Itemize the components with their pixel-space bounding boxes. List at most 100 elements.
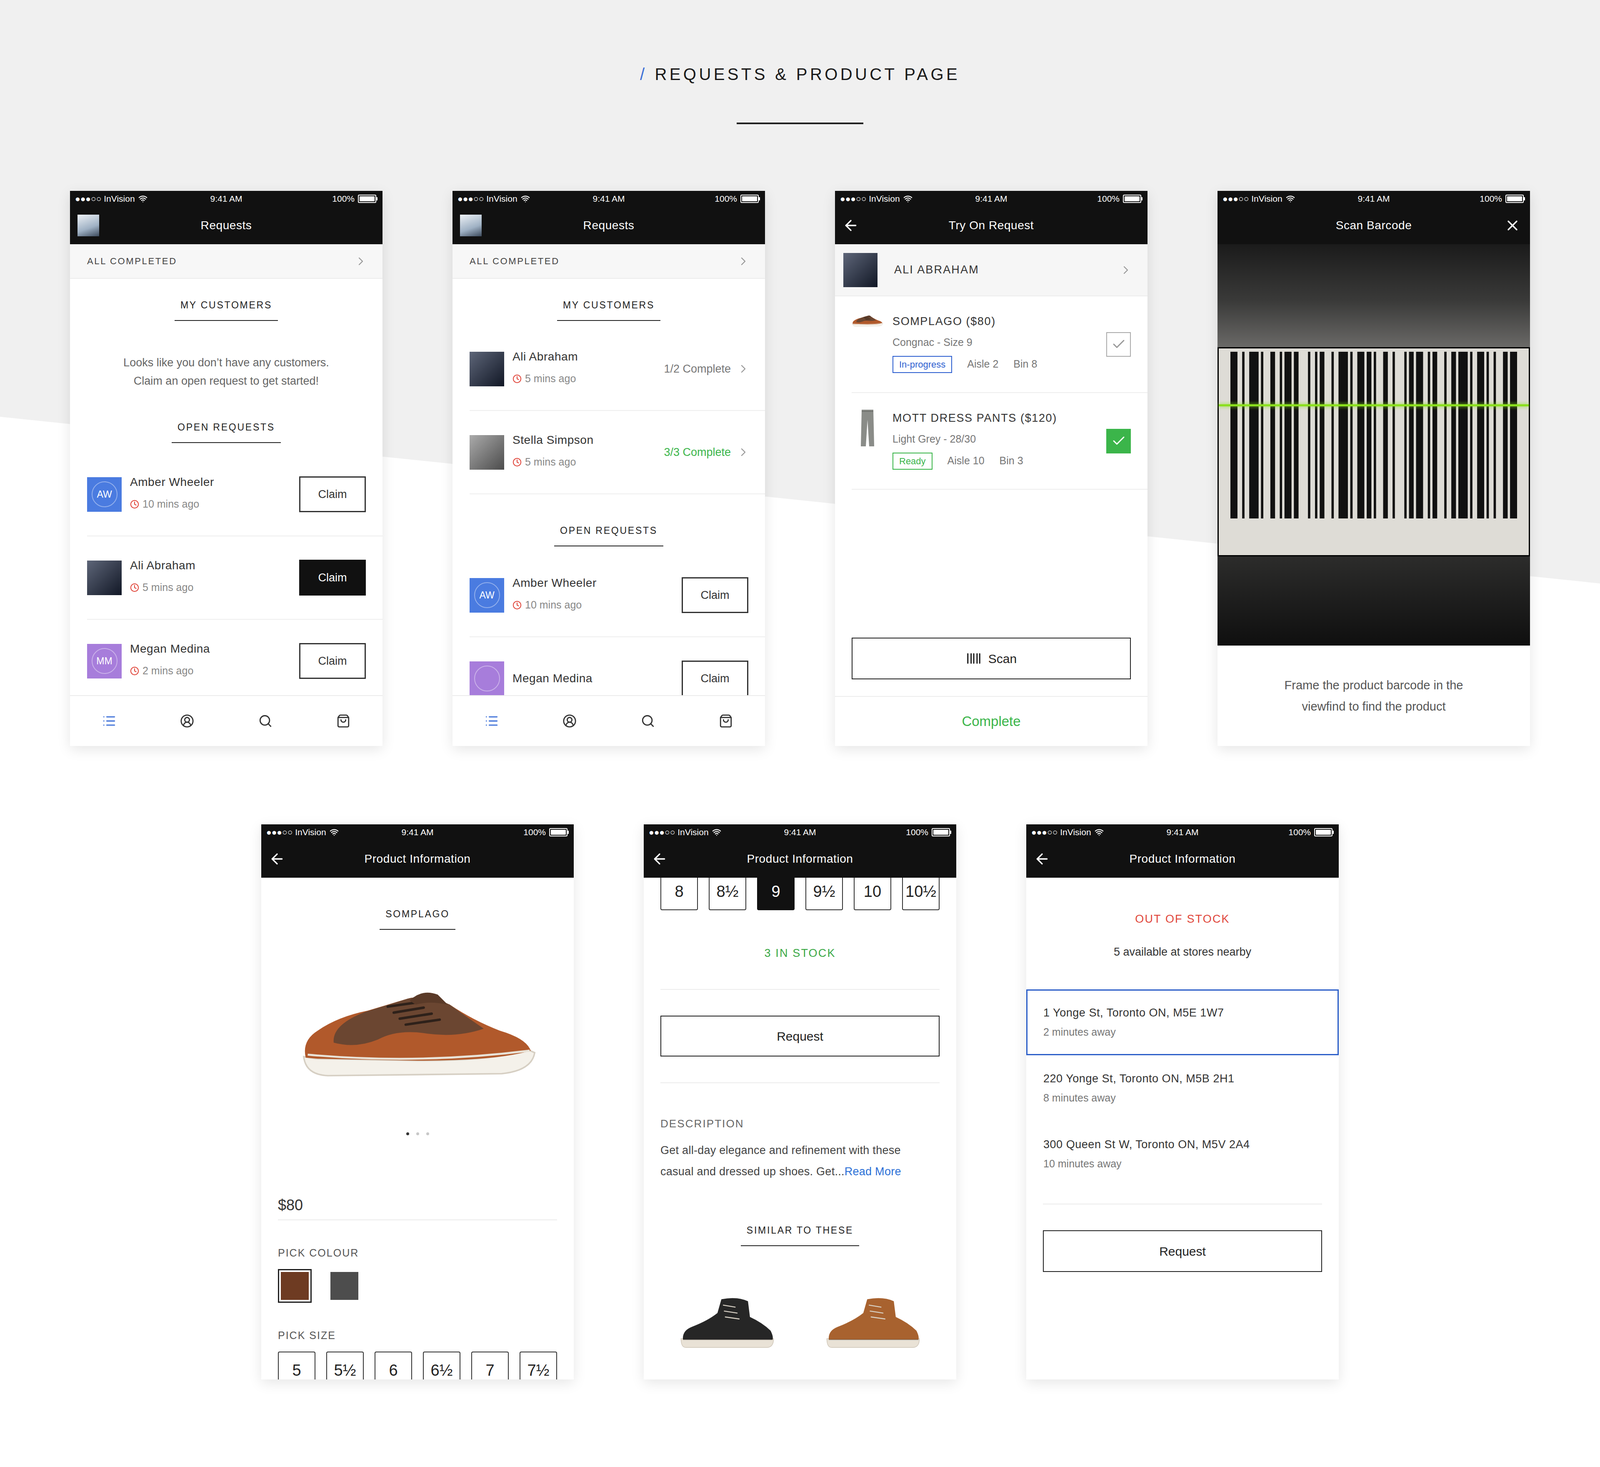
- product-info-screen: ●●●○○ InVision9:41 AM100%Product Informa…: [261, 824, 574, 1380]
- nav-title: Product Information: [689, 850, 911, 868]
- colour-swatch[interactable]: [277, 1268, 312, 1303]
- barcode-icon: [965, 650, 982, 667]
- clock-icon: [130, 499, 140, 509]
- complete-button[interactable]: Complete: [835, 695, 1148, 746]
- read-more-link[interactable]: Read More: [844, 1165, 902, 1178]
- size-option[interactable]: 6½: [422, 1351, 461, 1380]
- carousel-dot[interactable]: [426, 1132, 430, 1135]
- status-bar: ●●●○○ InVision9:41 AM100%: [1217, 190, 1530, 207]
- size-option[interactable]: 9½: [805, 877, 843, 910]
- size-option[interactable]: 8½: [708, 877, 747, 910]
- colour-label: PICK COLOUR: [277, 1247, 558, 1258]
- list-icon: [484, 713, 499, 728]
- availability-label: 5 available at stores nearby: [1026, 946, 1339, 958]
- size-option[interactable]: 8: [660, 877, 698, 910]
- avatar-initials: AW: [96, 487, 112, 502]
- bag-icon: [336, 713, 351, 728]
- tab-item[interactable]: [557, 708, 583, 734]
- open-request-row: Ali Abraham5 mins agoClaim: [70, 536, 383, 620]
- customer-avatar: [469, 435, 505, 470]
- battery-icon: [1122, 194, 1143, 203]
- item-checkbox[interactable]: [1106, 428, 1131, 454]
- tab-bar: [452, 695, 765, 746]
- request-button[interactable]: Request: [660, 1015, 940, 1057]
- open-request-row: AWAmber Wheeler10 mins agoClaim: [452, 553, 765, 638]
- claim-button[interactable]: Claim: [299, 642, 366, 679]
- carousel-dot[interactable]: [416, 1132, 420, 1135]
- all-completed-bar[interactable]: ALL COMPLETED: [70, 244, 383, 279]
- similar-product[interactable]: [822, 1295, 925, 1350]
- wifi-icon: [329, 827, 339, 837]
- tab-bar: [70, 695, 383, 746]
- store-address: 1 Yonge St, Toronto ON, M5E 1W7: [1043, 1007, 1338, 1019]
- carousel-dot[interactable]: [406, 1132, 410, 1135]
- tab-item[interactable]: [713, 708, 739, 734]
- profile-avatar[interactable]: [460, 214, 482, 237]
- tab-item[interactable]: [479, 708, 505, 734]
- customer-avatar: [469, 351, 505, 387]
- battery-icon: [549, 827, 569, 837]
- wifi-icon: [138, 194, 148, 204]
- clock-time: 9:41 AM: [1132, 825, 1233, 839]
- nav-title: Product Information: [307, 850, 528, 868]
- customer-name: Amber Wheeler: [512, 577, 682, 589]
- customer-row[interactable]: Ali Abraham5 mins ago1/2 Complete: [452, 327, 765, 411]
- store-option[interactable]: 300 Queen St W, Toronto ON, M5V 2A410 mi…: [1026, 1120, 1339, 1187]
- size-option[interactable]: 7: [471, 1351, 509, 1380]
- my-customers-title: MY CUSTOMERS: [557, 300, 661, 321]
- claim-button[interactable]: Claim: [681, 660, 749, 695]
- try-on-item: SOMPLAGO ($80)Congnac - Size 9In-progres…: [835, 296, 1148, 393]
- chevron-right-icon: [736, 445, 750, 459]
- nav-bar: Product Information: [1026, 840, 1339, 878]
- requests-empty-screen: ●●●○○ InVision9:41 AM100%RequestsALL COM…: [70, 190, 383, 746]
- scan-button[interactable]: Scan: [851, 637, 1131, 680]
- size-option[interactable]: 9: [757, 877, 795, 910]
- profile-avatar[interactable]: [77, 214, 100, 237]
- tab-item[interactable]: [330, 708, 356, 734]
- customer-avatar: MM: [87, 643, 122, 679]
- back-arrow-icon[interactable]: [842, 217, 860, 234]
- wifi-icon: [520, 194, 530, 204]
- requests-active-screen: ●●●○○ InVision9:41 AM100%RequestsALL COM…: [452, 190, 765, 746]
- customer-header[interactable]: ALI ABRAHAM: [835, 244, 1148, 297]
- claim-button[interactable]: Claim: [681, 577, 749, 613]
- stock-label: 3 IN STOCK: [643, 947, 957, 959]
- size-option[interactable]: 5: [277, 1351, 316, 1380]
- size-option[interactable]: 6: [374, 1351, 413, 1380]
- product-thumbnail: [858, 409, 877, 447]
- size-option[interactable]: 5½: [326, 1351, 364, 1380]
- carousel-dots: [261, 1132, 574, 1135]
- tab-item[interactable]: [635, 708, 661, 734]
- back-arrow-icon[interactable]: [651, 850, 668, 868]
- claim-button[interactable]: Claim: [299, 559, 366, 596]
- all-completed-bar[interactable]: ALL COMPLETED: [452, 244, 765, 279]
- carrier: ●●●○○ InVision: [75, 192, 135, 206]
- open-requests-title: OPEN REQUESTS: [554, 525, 664, 547]
- tab-item[interactable]: [174, 708, 200, 734]
- size-option[interactable]: 10½: [902, 877, 940, 910]
- item-variant: Congnac - Size 9: [892, 337, 1107, 348]
- size-option[interactable]: 10: [853, 877, 892, 910]
- close-icon[interactable]: [1504, 217, 1521, 234]
- status-bar: ●●●○○ InVision9:41 AM100%: [1026, 824, 1339, 840]
- request-button[interactable]: Request: [1042, 1230, 1323, 1272]
- product-thumbnail: [851, 312, 884, 328]
- claim-button[interactable]: Claim: [299, 476, 366, 513]
- try-on-item: MOTT DRESS PANTS ($120)Light Grey - 28/3…: [835, 392, 1148, 490]
- customer-name: Ali Abraham: [130, 559, 300, 572]
- colour-swatch[interactable]: [327, 1268, 362, 1303]
- chevron-right-icon: [354, 254, 368, 268]
- similar-product[interactable]: [676, 1295, 779, 1350]
- back-arrow-icon[interactable]: [268, 850, 286, 868]
- customer-row[interactable]: Stella Simpson5 mins ago3/3 Complete: [452, 410, 765, 495]
- size-option[interactable]: 7½: [519, 1351, 558, 1380]
- item-checkbox[interactable]: [1106, 332, 1131, 357]
- nav-bar: Scan Barcode: [1217, 206, 1530, 245]
- tab-item[interactable]: [96, 708, 122, 734]
- list-icon: [102, 713, 117, 728]
- store-option[interactable]: 220 Yonge St, Toronto ON, M5B 2H18 minut…: [1026, 1055, 1339, 1121]
- tab-item[interactable]: [252, 708, 278, 734]
- wifi-icon: [1094, 827, 1104, 837]
- back-arrow-icon[interactable]: [1033, 850, 1051, 868]
- store-option[interactable]: 1 Yonge St, Toronto ON, M5E 1W72 minutes…: [1026, 989, 1339, 1055]
